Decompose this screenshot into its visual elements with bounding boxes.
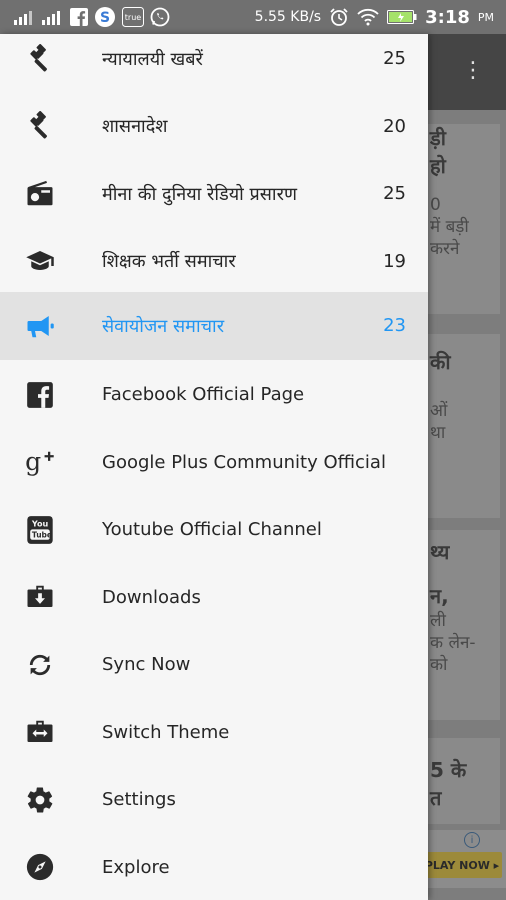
- card-text: न,: [430, 584, 449, 608]
- drawer-item-count: 23: [383, 315, 406, 337]
- google-plus-icon: g: [24, 446, 56, 478]
- signal-icon: [14, 7, 36, 27]
- drawer-item-label: शासनादेश: [102, 116, 168, 138]
- drawer-item-count: 25: [383, 183, 406, 205]
- drawer-item-label: मीना की दुनिया रेडियो प्रसारण: [102, 183, 297, 205]
- radio-icon: [24, 178, 56, 210]
- svg-text:You: You: [31, 519, 49, 528]
- drawer-item-switch-theme[interactable]: Switch Theme: [0, 699, 428, 767]
- youtube-icon: You Tube: [24, 514, 56, 546]
- graduation-cap-icon: [24, 245, 56, 277]
- drawer-item-count: 20: [383, 115, 406, 137]
- svg-text:S: S: [100, 10, 110, 26]
- clock-time: 3:18: [425, 6, 470, 28]
- navigation-drawer: न्यायालयी खबरें 25 शासनादेश 20 मीना की द…: [0, 34, 428, 900]
- card-text: त: [430, 786, 442, 810]
- drawer-item-youtube[interactable]: You Tube Youtube Official Channel: [0, 496, 428, 564]
- drawer-item-label: न्यायालयी खबरें: [102, 48, 203, 70]
- facebook-notification-icon: [70, 7, 88, 27]
- ad-banner[interactable]: i PLAY NOW ▸: [420, 830, 506, 888]
- drawer-item-employment-news[interactable]: सेवायोजन समाचार 23: [0, 292, 428, 360]
- background-news-card: ड़ी हो 0 में बड़ी करने: [420, 124, 500, 314]
- drawer-item-court-news[interactable]: न्यायालयी खबरें 25: [0, 34, 428, 93]
- ad-info-icon[interactable]: i: [464, 832, 480, 848]
- drawer-item-teacher-recruitment[interactable]: शिक्षक भर्ती समाचार 19: [0, 228, 428, 296]
- switch-theme-icon: [24, 716, 56, 748]
- drawer-item-label: Settings: [102, 789, 176, 811]
- drawer-item-label: Sync Now: [102, 654, 191, 676]
- signal-icon-2: [42, 7, 64, 27]
- svg-text:g: g: [25, 447, 41, 476]
- card-text: 0: [430, 195, 441, 215]
- drawer-item-label: Facebook Official Page: [102, 384, 305, 406]
- drawer-item-sync-now[interactable]: Sync Now: [0, 631, 428, 699]
- whatsapp-icon: [150, 7, 170, 27]
- drawer-item-google-plus[interactable]: g Google Plus Community Official: [0, 429, 428, 497]
- battery-icon: [387, 7, 417, 27]
- drawer-item-label: Youtube Official Channel: [102, 519, 322, 541]
- compass-icon: [24, 851, 56, 883]
- drawer-item-label: Downloads: [102, 586, 201, 608]
- card-text: ओं: [430, 401, 448, 421]
- truecaller-label: true: [125, 13, 141, 22]
- card-text: करने: [430, 239, 460, 259]
- background-news-card: 5 के त: [420, 738, 500, 824]
- card-text: क लेन-: [430, 633, 476, 653]
- drawer-item-settings[interactable]: Settings: [0, 766, 428, 834]
- background-news-card: की ओं था: [420, 334, 500, 518]
- drawer-item-explore[interactable]: Explore: [0, 834, 428, 900]
- wifi-icon: [357, 7, 379, 27]
- card-text: ली: [430, 611, 446, 631]
- more-options-icon[interactable]: ⋮: [462, 60, 484, 82]
- clock-ampm: PM: [477, 10, 494, 24]
- drawer-item-government-orders[interactable]: शासनादेश 20: [0, 93, 428, 161]
- svg-text:Tube: Tube: [32, 530, 52, 539]
- card-text: थ्य: [430, 540, 450, 564]
- ad-play-now-button[interactable]: PLAY NOW ▸: [422, 852, 502, 878]
- drawer-item-label: Switch Theme: [102, 721, 230, 743]
- drawer-item-count: 19: [383, 250, 406, 272]
- app-s-notification-icon: S: [94, 7, 116, 27]
- card-text: हो: [430, 154, 446, 178]
- downloads-icon: [24, 581, 56, 613]
- network-speed: 5.55 KB/s: [254, 9, 322, 25]
- truecaller-icon: true: [122, 7, 144, 27]
- drawer-item-label: सेवायोजन समाचार: [102, 315, 225, 337]
- status-bar: S true 5.55 KB/s 3:18 PM: [0, 0, 506, 34]
- drawer-item-facebook[interactable]: Facebook Official Page: [0, 361, 428, 429]
- gavel-icon: [24, 110, 56, 142]
- card-text: में बड़ी: [430, 217, 469, 237]
- drawer-item-label: शिक्षक भर्ती समाचार: [102, 251, 236, 273]
- drawer-item-label: Google Plus Community Official: [102, 451, 386, 473]
- card-text: ड़ी: [430, 126, 446, 150]
- alarm-icon: [329, 7, 349, 27]
- megaphone-icon: [24, 310, 56, 342]
- drawer-item-meena-radio[interactable]: मीना की दुनिया रेडियो प्रसारण 25: [0, 160, 428, 228]
- drawer-item-downloads[interactable]: Downloads: [0, 564, 428, 632]
- status-system: 5.55 KB/s 3:18 PM: [255, 7, 506, 28]
- background-news-card: थ्य न, ली क लेन- को: [420, 530, 500, 720]
- status-notifications: S true: [0, 0, 170, 34]
- drawer-item-label: Explore: [102, 856, 170, 878]
- drawer-item-count: 25: [383, 48, 406, 70]
- card-text: को: [430, 655, 448, 675]
- facebook-icon: [24, 379, 56, 411]
- settings-gear-icon: [24, 784, 56, 816]
- gavel-icon: [24, 43, 56, 75]
- card-text: था: [430, 423, 446, 443]
- card-text: की: [430, 350, 451, 374]
- sync-icon: [24, 649, 56, 681]
- card-text: 5 के: [430, 758, 467, 782]
